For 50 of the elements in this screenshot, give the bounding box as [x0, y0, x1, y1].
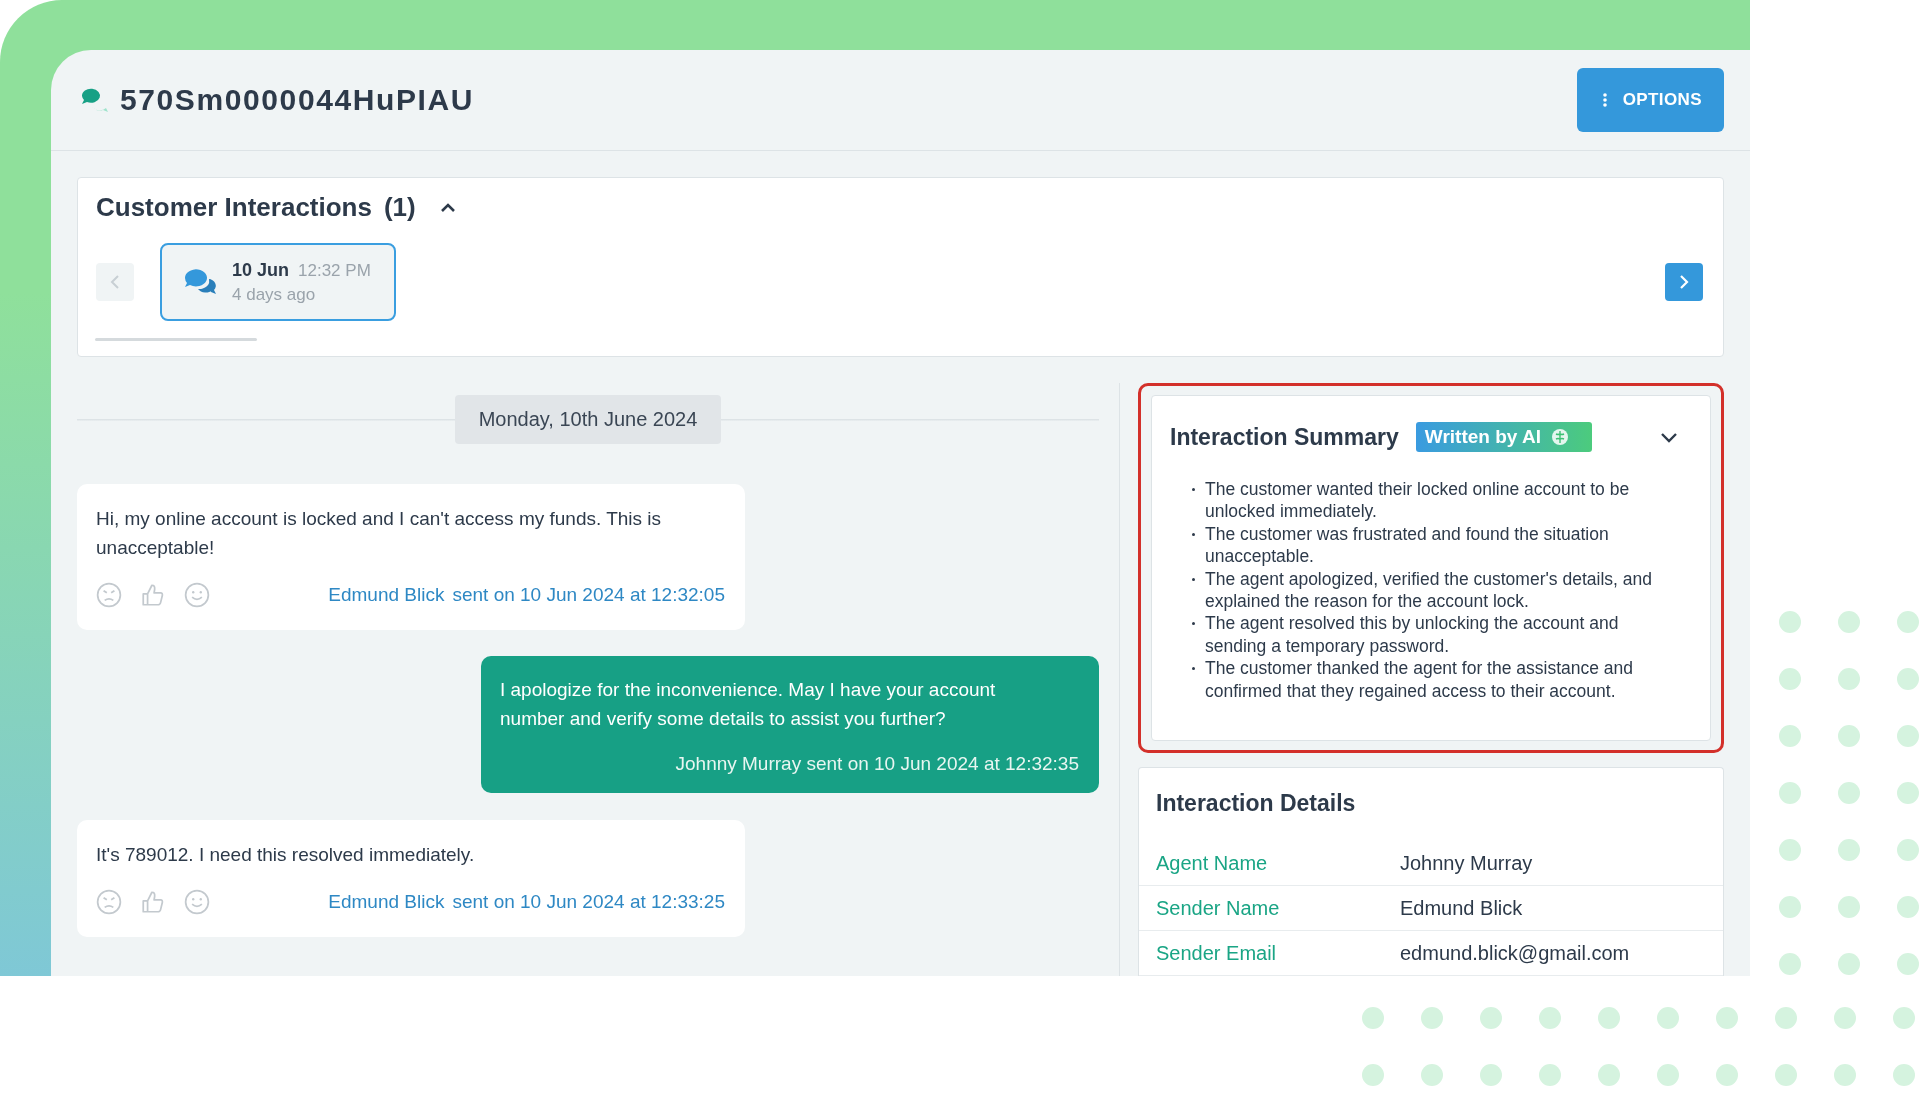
item-age: 4 days ago	[232, 284, 317, 305]
record-title: 570Sm0000044HuPIAU	[120, 83, 474, 117]
interaction-count: (1)	[383, 192, 416, 223]
sent-time: sent on 10 Jun 2024 at 12:32:05	[452, 584, 725, 606]
chevron-down-icon[interactable]	[1660, 431, 1678, 443]
card-title: Interaction Details	[1155, 789, 1357, 819]
summary-point: The customer thanked the agent for the assistance and confirmed that they regained access to their account.	[1205, 657, 1635, 703]
summary-point: The agent apologized, verified the customer's details, and explained the reason for the account lock.	[1205, 567, 1653, 613]
field-value: Edmund Blick	[1400, 896, 1523, 920]
message-text: I apologize for the inconvenience. May I have your account number and verify some details to assist you further?	[500, 678, 997, 731]
bullet-icon	[1192, 488, 1195, 491]
next-button[interactable]	[1665, 263, 1703, 301]
summary-point: The customer wanted their locked online account to be unlocked immediately.	[1205, 478, 1631, 523]
message-text: It's 789012. I need this resolved immediately.	[96, 843, 476, 867]
card-title: Interaction Summary	[1170, 423, 1399, 451]
chat-icon	[184, 268, 218, 296]
field-value: edmund.blick@gmail.com	[1400, 941, 1630, 965]
field-label: Sender Email	[1156, 941, 1278, 965]
chevron-left-icon	[109, 274, 121, 290]
field-label: Sender Name	[1156, 896, 1281, 920]
scrollbar[interactable]	[95, 338, 257, 341]
thumbs-up-icon[interactable]	[140, 582, 166, 608]
field-value: Johnny Murray	[1400, 851, 1533, 875]
bullet-icon	[1192, 577, 1195, 581]
more-icon	[1602, 93, 1607, 107]
item-time: 12:32 PM	[298, 260, 371, 281]
field-label: Agent Name	[1156, 851, 1269, 875]
options-button[interactable]: OPTIONS	[1576, 68, 1724, 132]
thumbs-up-icon[interactable]	[140, 889, 166, 915]
bullet-icon	[1192, 532, 1195, 536]
ai-badge: Written by AI	[1415, 422, 1592, 452]
section-title: Customer Interactions	[96, 192, 372, 223]
summary-point: The agent resolved this by unlocking the account and sending a temporary password.	[1205, 612, 1620, 658]
item-date: 10 Jun	[232, 259, 290, 281]
angry-face-icon[interactable]	[96, 582, 122, 608]
chat-icon	[80, 87, 110, 113]
interaction-item[interactable]: 10 Jun 12:32 PM 4 days ago	[160, 243, 396, 321]
bullet-icon	[1192, 667, 1195, 671]
bullet-icon	[1192, 622, 1195, 626]
sent-time: sent on 10 Jun 2024 at 12:33:25	[452, 891, 725, 913]
sender-link[interactable]: Edmund Blick	[328, 891, 445, 913]
smiley-face-icon[interactable]	[184, 582, 210, 608]
sent-time: Johnny Murray sent on 10 Jun 2024 at 12:32:35	[674, 753, 1079, 775]
message-text: Hi, my online account is locked and I can't access my funds. This is unacceptable!	[96, 507, 663, 560]
angry-face-icon[interactable]	[96, 889, 122, 915]
chevron-right-icon	[1678, 274, 1690, 290]
chevron-icon[interactable]	[439, 201, 456, 214]
sender-link[interactable]: Edmund Blick	[328, 584, 445, 606]
smiley-face-icon[interactable]	[184, 889, 210, 915]
summary-point: The customer was frustrated and found the situation unacceptable.	[1205, 522, 1610, 568]
